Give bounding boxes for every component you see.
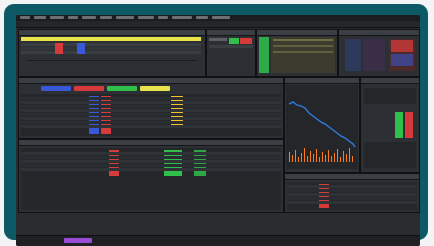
table-row[interactable] — [21, 117, 281, 120]
status-column — [259, 37, 269, 73]
panel-header — [19, 30, 205, 36]
summary-box — [364, 88, 416, 104]
table-row[interactable] — [21, 101, 281, 104]
table-row[interactable] — [21, 168, 281, 171]
buy-button[interactable] — [229, 38, 239, 44]
menu-item[interactable] — [50, 16, 64, 19]
quotes-panel-2 — [338, 29, 420, 77]
table-row[interactable] — [21, 47, 201, 50]
table-row[interactable] — [21, 51, 201, 54]
table-row[interactable] — [21, 113, 281, 116]
menu-item[interactable] — [34, 16, 46, 19]
orders-panel — [18, 139, 284, 213]
sell-cell[interactable] — [55, 43, 63, 54]
panel-header — [339, 30, 419, 36]
panel-header — [19, 140, 283, 146]
price-chart — [286, 85, 358, 169]
positive-bar — [395, 112, 403, 138]
menu-item[interactable] — [212, 16, 230, 19]
trades-panel — [284, 173, 420, 213]
panel-header — [19, 78, 283, 84]
summary-table — [364, 142, 416, 168]
toolbar — [16, 21, 420, 28]
top-left-panel — [18, 29, 206, 77]
menu-item[interactable] — [82, 16, 96, 19]
menu-item[interactable] — [172, 16, 192, 19]
table-row[interactable] — [21, 160, 281, 163]
field-label — [209, 38, 227, 41]
chart-panel — [284, 77, 360, 173]
order-entry-panel — [206, 29, 256, 77]
depth-column — [363, 39, 385, 71]
table-row[interactable] — [21, 109, 281, 112]
menu-item[interactable] — [116, 16, 134, 19]
tab-button[interactable] — [140, 86, 170, 91]
panel-header — [361, 78, 419, 84]
menu-item[interactable] — [196, 16, 208, 19]
table-row[interactable] — [21, 152, 281, 155]
status-bar — [16, 235, 420, 246]
tab-button[interactable] — [74, 86, 104, 91]
header-highlight-row — [21, 37, 201, 41]
status-tag — [64, 238, 92, 243]
divider — [27, 60, 197, 61]
tab-button[interactable] — [41, 86, 71, 91]
quotes-panel — [256, 29, 338, 77]
table-row[interactable] — [287, 185, 417, 188]
table-row[interactable] — [21, 105, 281, 108]
panel-header — [285, 174, 419, 180]
grid-line — [273, 39, 333, 41]
menu-item[interactable] — [20, 16, 30, 19]
depth-cold — [391, 54, 413, 66]
panel-header — [257, 30, 337, 36]
menu-item[interactable] — [68, 16, 78, 19]
depth-hot — [391, 40, 413, 52]
panel-header — [207, 30, 255, 36]
tab-button[interactable] — [107, 86, 137, 91]
menu-item[interactable] — [158, 16, 168, 19]
menu-item[interactable] — [100, 16, 112, 19]
table-row[interactable] — [21, 97, 281, 100]
menu-item[interactable] — [138, 16, 154, 19]
table-row[interactable] — [287, 197, 417, 200]
table-row[interactable] — [287, 193, 417, 196]
input-field[interactable] — [209, 45, 253, 48]
negative-bar — [405, 112, 413, 138]
quotes-grid — [271, 37, 335, 73]
table-row[interactable] — [287, 189, 417, 192]
table-row[interactable] — [21, 43, 201, 46]
table-row[interactable] — [21, 121, 281, 124]
trading-workspace — [16, 15, 420, 246]
table-row[interactable] — [287, 201, 417, 204]
table-row[interactable] — [21, 164, 281, 167]
grid-line — [273, 45, 333, 47]
positions-panel — [18, 77, 284, 139]
depth-column — [345, 39, 361, 71]
buy-cell[interactable] — [77, 43, 85, 54]
summary-panel — [360, 77, 420, 173]
sell-button[interactable] — [240, 38, 252, 44]
grid-line — [273, 51, 333, 53]
table-row[interactable] — [21, 125, 281, 128]
table-row[interactable] — [21, 156, 281, 159]
